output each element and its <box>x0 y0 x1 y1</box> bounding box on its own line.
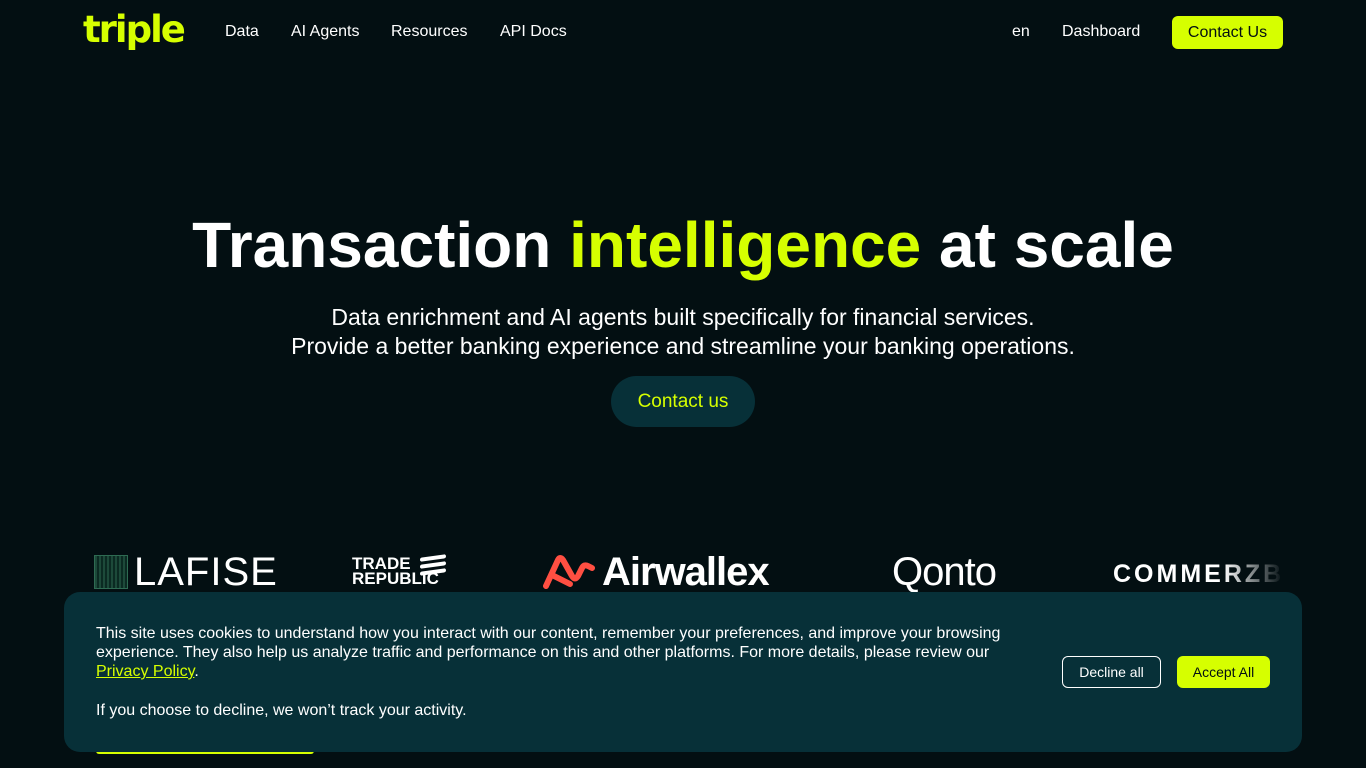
site-header: triple Data AI Agents Resources API Docs… <box>0 0 1366 64</box>
customer-logos: LAFISE TRADE REPUBLIC Airwallex Qonto CO… <box>0 540 1366 600</box>
privacy-policy-link[interactable]: Privacy Policy <box>96 663 194 680</box>
cookie-message: This site uses cookies to understand how… <box>96 624 1036 720</box>
nav-api-docs[interactable]: API Docs <box>500 22 567 42</box>
nav-ai-agents[interactable]: AI Agents <box>291 22 360 42</box>
cookie-banner: This site uses cookies to understand how… <box>64 592 1302 752</box>
airwallex-wordmark: Airwallex <box>602 550 770 594</box>
trade-republic-logo: TRADE REPUBLIC <box>352 554 446 587</box>
cookie-text: This site uses cookies to understand how… <box>96 625 1001 661</box>
commerzbank-logo: COMMERZBANK <box>1113 560 1283 588</box>
nav-resources[interactable]: Resources <box>391 22 467 42</box>
hero-title-end: at scale <box>921 209 1174 281</box>
hero-contact-button[interactable]: Contact us <box>611 376 755 427</box>
hero-title-start: Transaction <box>192 209 570 281</box>
page: triple Data AI Agents Resources API Docs… <box>0 0 1366 768</box>
contact-us-button[interactable]: Contact Us <box>1172 16 1283 49</box>
airwallex-mark-icon <box>543 555 595 589</box>
hero-subtitle-line1: Data enrichment and AI agents built spec… <box>331 304 1035 330</box>
hero-subtitle: Data enrichment and AI agents built spec… <box>0 303 1366 361</box>
lafise-mark-icon <box>94 555 128 589</box>
triple-logo[interactable]: triple <box>83 8 186 52</box>
dashboard-link[interactable]: Dashboard <box>1062 22 1140 42</box>
language-selector[interactable]: en <box>1012 22 1030 42</box>
nav-data[interactable]: Data <box>225 22 259 42</box>
cookie-text-end: . <box>194 663 199 680</box>
decline-all-button[interactable]: Decline all <box>1062 656 1161 688</box>
qonto-logo: Qonto <box>892 550 997 594</box>
cookie-paragraph: This site uses cookies to understand how… <box>96 624 1036 681</box>
hero-title: Transaction intelligence at scale <box>0 208 1366 282</box>
trade-republic-flag-icon <box>420 554 446 576</box>
cookie-decline-note: If you choose to decline, we won’t track… <box>96 702 467 719</box>
hero-subtitle-line2: Provide a better banking experience and … <box>291 333 1075 359</box>
lafise-wordmark: LAFISE <box>134 550 278 594</box>
accept-all-button[interactable]: Accept All <box>1177 656 1270 688</box>
hero-title-accent: intelligence <box>569 209 922 281</box>
